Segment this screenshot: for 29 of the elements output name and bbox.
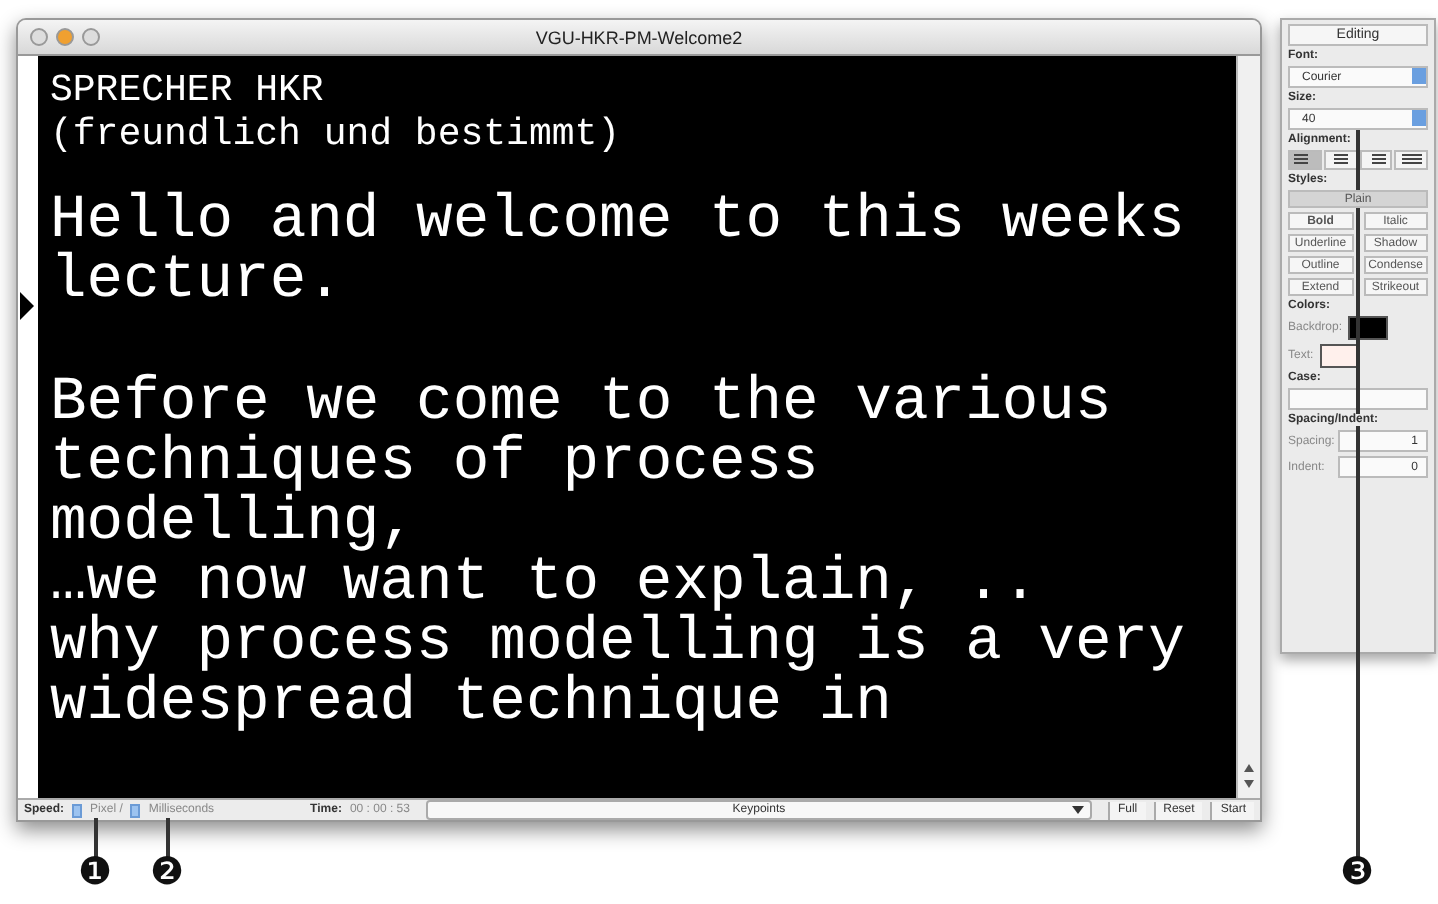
- window-title: VGU-HKR-PM-Welcome2: [533, 27, 745, 47]
- script-line: Before we come to the various: [50, 374, 1114, 434]
- script-line: lecture.: [50, 252, 345, 312]
- alignment-button[interactable]: [1394, 150, 1428, 170]
- dropdown-arrow-icon: [1071, 806, 1084, 814]
- callout-number: ❶: [78, 854, 113, 892]
- script-line: widespread technique in: [50, 674, 894, 734]
- speaker-text: SPRECHER HKR: [50, 68, 326, 112]
- backdrop-swatch[interactable]: [1348, 316, 1389, 340]
- scroll-down-icon[interactable]: [1242, 778, 1256, 790]
- script-line: Hello and welcome to this weeks: [50, 192, 1187, 252]
- scroll-up-icon[interactable]: [1242, 762, 1256, 774]
- unit-field[interactable]: [130, 803, 141, 817]
- script-line: …we now want to explain, ..: [50, 554, 1041, 614]
- align-icon: [1330, 154, 1351, 166]
- script-line: techniques of process: [50, 434, 821, 494]
- align-icon: [1401, 154, 1422, 166]
- callout-number: ❸: [1340, 854, 1375, 892]
- alignment-button[interactable]: [1323, 150, 1357, 170]
- speaker-text: (freundlich und bestimmt): [50, 112, 623, 156]
- speed-field[interactable]: [72, 803, 83, 817]
- callout-number: ❷: [150, 854, 185, 892]
- text-swatch[interactable]: [1319, 344, 1360, 368]
- script-line: why process modelling is a very: [50, 614, 1187, 674]
- case-select[interactable]: [1288, 388, 1428, 410]
- keypoint-marker-icon: [20, 292, 34, 320]
- script-line: modelling,: [50, 494, 417, 554]
- alignment-button[interactable]: [1359, 150, 1393, 170]
- alignment-button[interactable]: [1288, 150, 1322, 170]
